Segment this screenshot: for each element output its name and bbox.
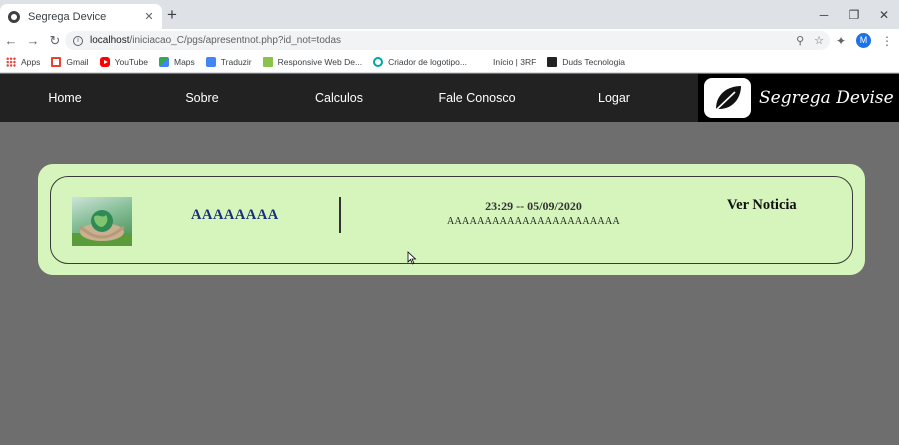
gmail-icon: [51, 57, 62, 67]
tab-close-icon[interactable]: ✕: [142, 10, 156, 23]
leaf-icon: [704, 78, 751, 118]
window-controls: ─ ❐ ✕: [809, 0, 899, 29]
bookmark-label: Responsive Web De...: [277, 57, 363, 67]
bookmark-criador-logotipo[interactable]: Criador de logotipo...: [373, 57, 467, 67]
bookmark-label: Criador de logotipo...: [388, 57, 467, 67]
bookmark-label: Traduzir: [220, 57, 252, 67]
address-bar[interactable]: i localhost/iniciacao_C/pgs/apresentnot.…: [65, 31, 830, 50]
bookmark-responsive-web[interactable]: Responsive Web De...: [262, 57, 363, 67]
maps-icon: [158, 57, 169, 67]
close-window-button[interactable]: ✕: [869, 0, 899, 29]
news-datetime: 23:29 -- 05/09/2020: [485, 199, 582, 213]
bookmark-youtube[interactable]: YouTube: [99, 57, 148, 67]
nav-link-sobre[interactable]: Sobre: [176, 74, 228, 122]
brand-name: Segrega Devise: [759, 88, 894, 108]
bookmark-maps[interactable]: Maps: [158, 57, 195, 67]
bookmark-label: Apps: [21, 57, 41, 67]
star-bookmark-icon[interactable]: ☆: [814, 34, 824, 47]
ver-noticia-link[interactable]: Ver Noticia: [727, 197, 797, 214]
site-navbar: Home Sobre Calculos Fale Conosco Logar S…: [0, 74, 899, 122]
reload-icon[interactable]: ↻: [44, 33, 66, 49]
minimize-button[interactable]: ─: [809, 0, 839, 29]
bookmark-inicio-3rf[interactable]: Início | 3RF: [478, 57, 536, 67]
mouse-cursor-icon: [407, 251, 417, 265]
tab-title: Segrega Device: [28, 10, 107, 23]
vertical-divider: [339, 197, 341, 233]
news-description: AAAAAAAAAAAAAAAAAAAAAAA: [447, 216, 620, 227]
nav-link-calculos[interactable]: Calculos: [309, 74, 369, 122]
blank-icon: [478, 57, 488, 67]
site-favicon-icon: [8, 10, 20, 23]
bookmark-gmail[interactable]: Gmail: [51, 57, 89, 67]
translate-icon: [205, 57, 216, 67]
bookmark-traduzir[interactable]: Traduzir: [205, 57, 252, 67]
bookmark-duds-tecnologia[interactable]: Duds Tecnologia: [547, 57, 625, 67]
extensions-puzzle-icon[interactable]: ✦: [836, 34, 846, 48]
bookmark-label: YouTube: [114, 57, 148, 67]
browser-tab[interactable]: Segrega Device ✕: [0, 4, 162, 29]
browser-tab-strip: Segrega Device ✕ + ─ ❐ ✕: [0, 0, 899, 29]
nav-link-fale-conosco[interactable]: Fale Conosco: [434, 74, 520, 122]
apps-grid-icon: [6, 57, 16, 67]
rwd-icon: [262, 57, 273, 67]
earth-in-hands-image: [72, 197, 132, 246]
news-card-border: AAAAAAAA 23:29 -- 05/09/2020 AAAAAAAAAAA…: [50, 176, 853, 264]
news-title: AAAAAAAA: [191, 207, 279, 223]
url-host: localhost: [90, 35, 130, 46]
bookmarks-bar: Apps Gmail YouTube Maps Traduzir Respons…: [0, 52, 899, 73]
forward-arrow-icon[interactable]: →: [22, 33, 44, 48]
bookmark-label: Gmail: [66, 57, 89, 67]
news-card: AAAAAAAA 23:29 -- 05/09/2020 AAAAAAAAAAA…: [38, 164, 865, 275]
bookmark-label: Início | 3RF: [492, 57, 537, 67]
profile-avatar[interactable]: M: [856, 33, 871, 48]
browser-toolbar: ← → ↻ i localhost/iniciacao_C/pgs/aprese…: [0, 29, 899, 52]
duds-icon: [547, 57, 558, 67]
bookmark-label: Maps: [173, 57, 195, 67]
nav-link-home[interactable]: Home: [40, 74, 90, 122]
logo-maker-icon: [373, 57, 384, 67]
brand-logo[interactable]: Segrega Devise: [698, 74, 899, 122]
zoom-icon[interactable]: ⚲: [796, 34, 804, 47]
bookmark-apps[interactable]: Apps: [6, 57, 40, 67]
bookmark-label: Duds Tecnologia: [562, 57, 625, 67]
url-text: localhost/iniciacao_C/pgs/apresentnot.ph…: [90, 35, 341, 46]
restore-button[interactable]: ❐: [839, 0, 869, 29]
url-path: /iniciacao_C/pgs/apresentnot.php?id_not=…: [129, 35, 342, 46]
back-arrow-icon[interactable]: ←: [0, 33, 22, 48]
info-icon[interactable]: i: [73, 35, 83, 46]
nav-link-logar[interactable]: Logar: [592, 74, 636, 122]
youtube-icon: [99, 57, 110, 67]
menu-kebab-icon[interactable]: ⋮: [881, 34, 893, 48]
new-tab-button[interactable]: +: [167, 6, 177, 24]
